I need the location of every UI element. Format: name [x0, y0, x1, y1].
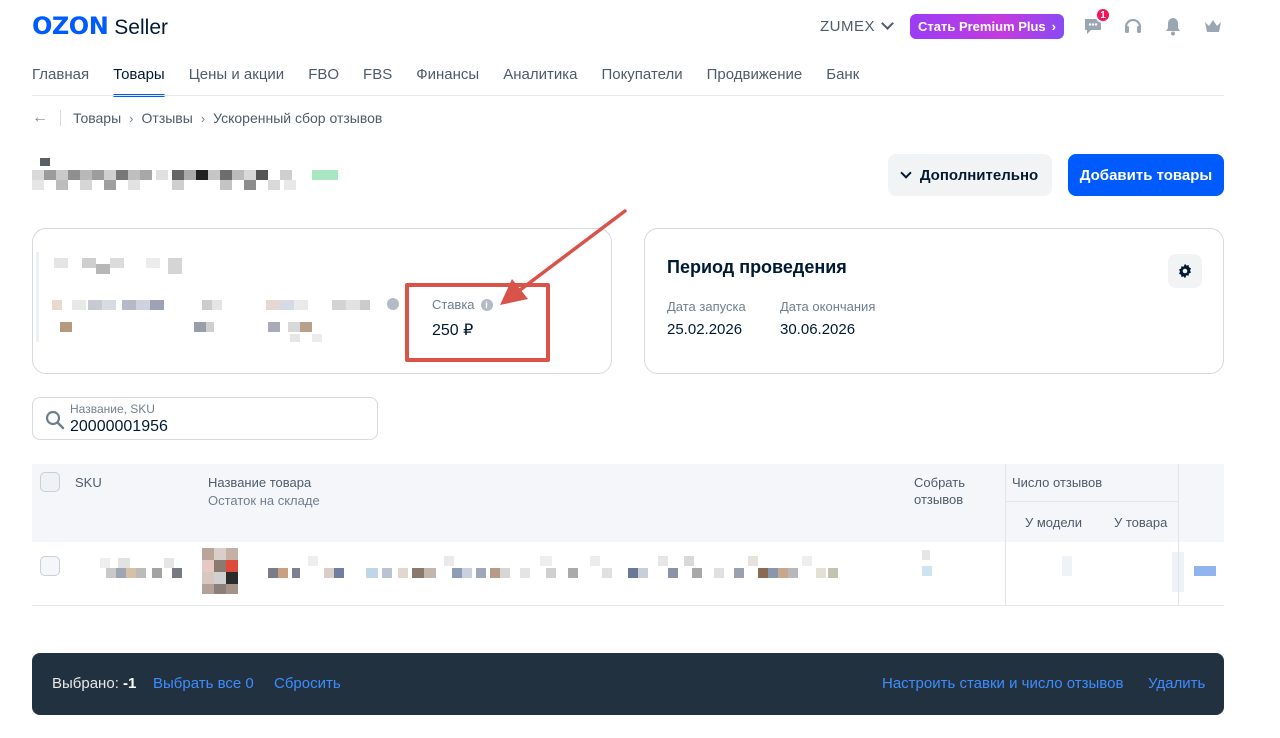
column-divider: [1005, 464, 1006, 542]
gear-icon: [1179, 263, 1191, 279]
column-divider: [1005, 542, 1006, 606]
annotation-arrow-icon: [500, 209, 627, 305]
more-options-label: Дополнительно: [919, 166, 1039, 184]
main-nav: Главная Товары Цены и акции FBO FBS Фина…: [32, 62, 883, 97]
bell-icon[interactable]: [1162, 15, 1184, 37]
page-title-redacted: [32, 158, 342, 192]
chat-badge: 1: [1095, 7, 1111, 23]
chevron-right-icon: ›: [1051, 18, 1056, 34]
delete-link[interactable]: Удалить: [1148, 675, 1205, 692]
period-settings-button[interactable]: [1168, 254, 1202, 288]
redacted-card-details: [36, 252, 399, 342]
breadcrumb: ← Товары › Отзывы › Ускоренный сбор отзы…: [32, 109, 382, 127]
column-header-sku[interactable]: SKU: [75, 474, 102, 491]
account-name: ZUMEX: [820, 17, 875, 35]
column-header-stock: Остаток на складе: [208, 493, 320, 508]
nav-item-fbs[interactable]: FBS: [363, 62, 392, 97]
nav-item-bank[interactable]: Банк: [826, 62, 859, 97]
selected-value: -1: [123, 675, 137, 692]
start-date-label: Дата запуска: [667, 299, 746, 314]
nav-item-analytics[interactable]: Аналитика: [503, 62, 577, 97]
nav-item-finance[interactable]: Финансы: [416, 62, 479, 97]
selection-action-bar: Выбрано: -1 Выбрать все 0 Сбросить Настр…: [32, 653, 1224, 715]
chat-icon[interactable]: 1: [1082, 7, 1111, 37]
ozon-seller-logo[interactable]: OZON Seller: [32, 12, 168, 40]
search-icon: [45, 410, 65, 430]
nav-item-fbo[interactable]: FBO: [308, 62, 339, 97]
column-divider: [1178, 464, 1179, 542]
more-options-button[interactable]: Дополнительно: [888, 154, 1052, 196]
selected-label: Выбрано:: [52, 675, 119, 692]
chevron-right-icon: ›: [129, 110, 134, 126]
premium-label: Стать Premium Plus: [918, 18, 1046, 34]
end-date-label: Дата окончания: [780, 299, 876, 314]
search-input[interactable]: Название, SKU 20000001956: [32, 397, 378, 440]
headset-icon[interactable]: [1122, 15, 1144, 37]
select-all-link[interactable]: Выбрать все 0: [153, 675, 254, 692]
nav-item-promotion[interactable]: Продвижение: [707, 62, 803, 97]
logo-product: Seller: [114, 16, 168, 39]
row-checkbox[interactable]: [40, 556, 60, 576]
logo-brand: OZON: [32, 12, 109, 40]
header-divider: [1005, 501, 1178, 502]
nav-item-products[interactable]: Товары: [113, 62, 165, 97]
account-switcher[interactable]: ZUMEX: [820, 17, 894, 35]
column-header-reviews-product[interactable]: У товара: [1114, 514, 1167, 531]
search-placeholder: Название, SKU: [70, 402, 155, 416]
column-header-name[interactable]: Название товара: [208, 474, 311, 491]
add-products-button[interactable]: Добавить товары: [1068, 154, 1224, 196]
search-value: 20000001956: [70, 418, 168, 435]
breadcrumb-reviews[interactable]: Отзывы: [142, 110, 193, 126]
chevron-down-icon: [900, 166, 912, 179]
breadcrumb-products[interactable]: Товары: [73, 110, 121, 126]
column-divider: [1178, 542, 1179, 606]
selected-count: Выбрано: -1: [52, 675, 136, 692]
column-header-reviews-model[interactable]: У модели: [1025, 514, 1082, 531]
column-header-collect[interactable]: Собрать отзывов: [914, 474, 984, 508]
back-arrow-icon[interactable]: ←: [32, 109, 48, 127]
nav-divider: [32, 95, 1224, 96]
premium-plus-button[interactable]: Стать Premium Plus ›: [910, 13, 1064, 39]
crown-icon[interactable]: [1202, 15, 1224, 37]
breadcrumb-current: Ускоренный сбор отзывов: [213, 110, 383, 126]
chevron-right-icon: ›: [200, 110, 206, 126]
redacted-row-content: [100, 548, 1216, 594]
breadcrumb-divider: [60, 110, 61, 126]
end-date-value: 30.06.2026: [780, 321, 856, 338]
period-title: Период проведения: [667, 257, 847, 277]
top-right-toolbar: ZUMEX Стать Premium Plus › 1: [820, 7, 1224, 40]
column-header-reviews: Число отзывов: [1012, 475, 1103, 490]
redacted-title-pixels: [32, 158, 338, 190]
nav-item-customers[interactable]: Покупатели: [601, 62, 682, 97]
nav-item-home[interactable]: Главная: [32, 62, 89, 97]
nav-item-prices[interactable]: Цены и акции: [189, 62, 284, 97]
chevron-down-icon: [881, 17, 894, 30]
select-all-checkbox[interactable]: [40, 472, 60, 492]
start-date-value: 25.02.2026: [667, 321, 743, 338]
reset-link[interactable]: Сбросить: [274, 675, 341, 692]
table-header: SKU Название товара Остаток на складе Со…: [32, 464, 1224, 542]
configure-rates-link[interactable]: Настроить ставки и число отзывов: [882, 675, 1123, 692]
table-row[interactable]: [32, 542, 1224, 606]
